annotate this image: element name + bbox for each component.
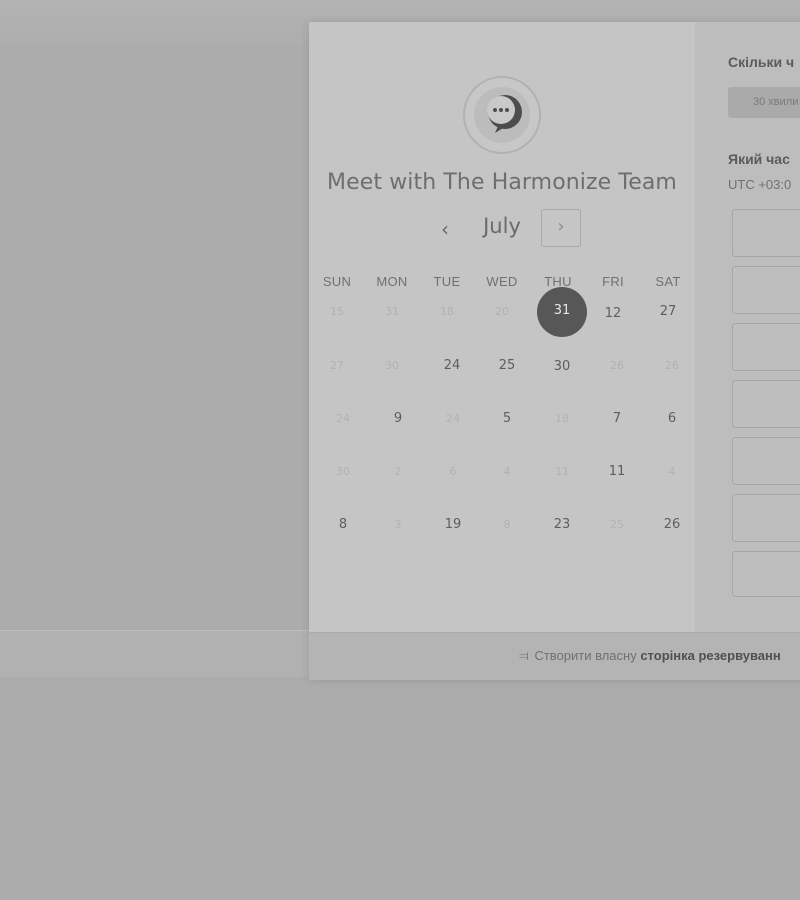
calendar-day[interactable]: 25 (487, 346, 527, 386)
calendar-day[interactable]: 26 (652, 346, 692, 386)
calendar-day[interactable]: 4 (652, 452, 692, 492)
month-navigation: ‹ July › (309, 208, 695, 250)
footer: ⫤ Створити власну сторінка резервуванн (309, 632, 800, 680)
calendar-day[interactable]: 26 (597, 346, 637, 386)
calendar-day[interactable]: 27 (648, 292, 688, 332)
booking-panel: Скільки ч 30 хвили Який час UTC +03:0 (695, 22, 800, 632)
weekday-mon: MON (376, 274, 408, 289)
calendar-day[interactable]: 18 (427, 292, 467, 332)
avatar (463, 76, 541, 154)
time-slot-button[interactable] (732, 380, 800, 428)
weekday-sat: SAT (655, 274, 681, 289)
calendar-day[interactable]: 8 (323, 505, 363, 545)
calendar-day[interactable]: 7 (597, 399, 637, 439)
weekday-wed: WED (486, 274, 518, 289)
calendar-day[interactable]: 30 (542, 347, 582, 387)
month-label: July (483, 214, 521, 238)
footer-link[interactable]: ⫤ Створити власну сторінка резервуванн (519, 648, 781, 664)
time-slot-button[interactable] (732, 437, 800, 485)
calendar-day[interactable]: 3 (378, 505, 418, 545)
weekday-tue: TUE (433, 274, 461, 289)
time-slot-button[interactable] (732, 266, 800, 314)
footer-text-bold: сторінка резервуванн (640, 648, 781, 663)
calendar-day[interactable]: 18 (542, 399, 582, 439)
calendar-day[interactable]: 27 (317, 346, 357, 386)
time-slot-button[interactable] (732, 494, 800, 542)
time-heading: Який час (728, 151, 790, 167)
weekday-fri: FRI (602, 274, 624, 289)
calendar-day[interactable]: 2 (378, 452, 418, 492)
calendar-day[interactable]: 6 (652, 399, 692, 439)
calendar-day[interactable]: 31 (372, 292, 412, 332)
hubspot-sprocket-icon: ⫤ (519, 648, 529, 663)
meetings-widget: Meet with The Harmonize Team ‹ July › SU… (309, 22, 800, 680)
page-title: Meet with The Harmonize Team (327, 170, 677, 195)
calendar-day[interactable]: 9 (378, 399, 418, 439)
duration-option-button[interactable]: 30 хвили (728, 87, 800, 118)
weekday-header: SUN MON TUE WED THU FRI SAT (309, 274, 695, 294)
calendar-day[interactable]: 20 (482, 292, 522, 332)
calendar-day[interactable]: 11 (542, 452, 582, 492)
page: Meet with The Harmonize Team ‹ July › SU… (0, 0, 800, 900)
calendar-day[interactable]: 23 (542, 505, 582, 545)
timezone-selector[interactable]: UTC +03:0 (728, 177, 791, 192)
calendar-day[interactable]: 4 (487, 452, 527, 492)
previous-month-button[interactable]: ‹ (431, 212, 459, 246)
chat-bubble-icon (487, 95, 522, 133)
calendar-day[interactable]: 8 (487, 505, 527, 545)
calendar-day[interactable]: 25 (597, 505, 637, 545)
calendar-day[interactable]: 5 (487, 399, 527, 439)
calendar-day[interactable]: 12 (593, 294, 633, 334)
calendar-day[interactable]: 24 (433, 399, 473, 439)
weekday-sun: SUN (322, 274, 352, 289)
calendar-day[interactable]: 24 (323, 399, 363, 439)
time-slot-button[interactable] (732, 551, 800, 597)
calendar-day[interactable]: 11 (597, 452, 637, 492)
calendar-panel: Meet with The Harmonize Team ‹ July › SU… (309, 22, 695, 632)
calendar-day[interactable]: 30 (372, 346, 412, 386)
footer-text-plain: Створити власну (534, 648, 637, 663)
calendar-day[interactable]: 26 (652, 505, 692, 545)
calendar-day[interactable]: 31 (537, 287, 587, 337)
duration-heading: Скільки ч (728, 54, 795, 70)
time-slot-button[interactable] (732, 209, 800, 257)
calendar-day[interactable]: 30 (323, 452, 363, 492)
calendar-day[interactable]: 6 (433, 452, 473, 492)
calendar-day[interactable]: 24 (432, 346, 472, 386)
next-month-button[interactable]: › (541, 209, 581, 247)
time-slot-button[interactable] (732, 323, 800, 371)
calendar-day[interactable]: 15 (317, 292, 357, 332)
calendar-day[interactable]: 19 (433, 505, 473, 545)
